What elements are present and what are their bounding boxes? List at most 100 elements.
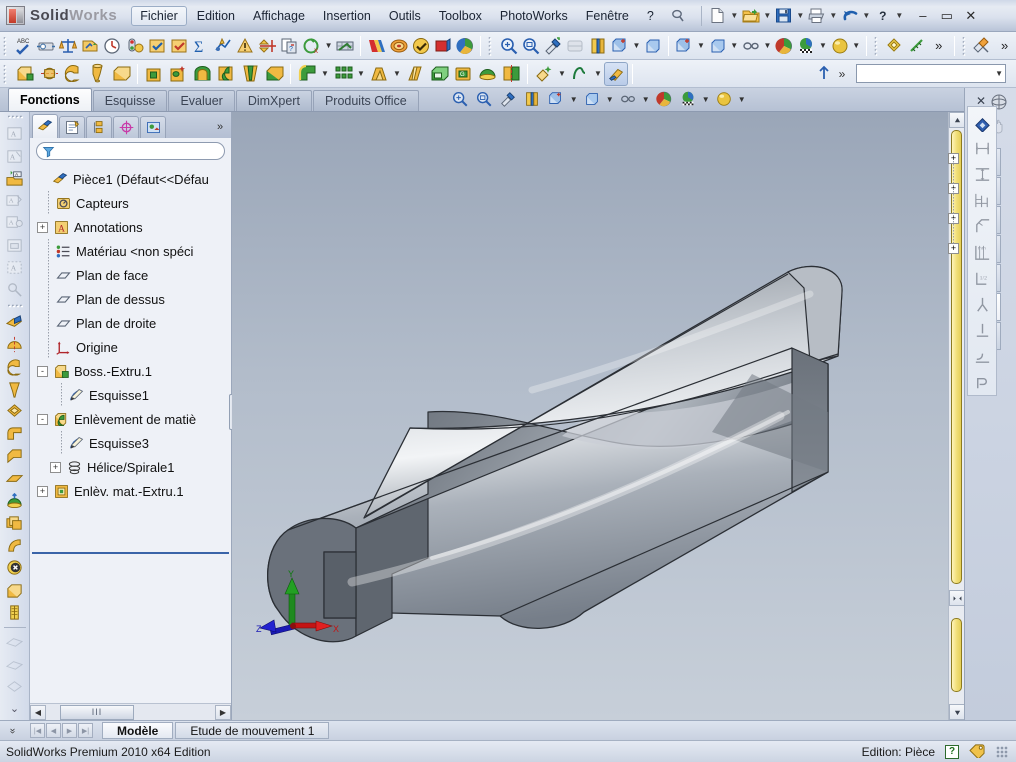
tab-dimxpert[interactable]: DimXpert — [235, 90, 312, 111]
prev-tab-button[interactable]: ◀ — [46, 723, 61, 738]
undercut-detection-icon[interactable] — [410, 34, 432, 58]
tree-node-plan-de-face[interactable]: Plan de face — [34, 263, 231, 287]
feature-manager-tab[interactable] — [32, 114, 58, 138]
display-style-icon[interactable] — [642, 34, 664, 58]
resize-grip[interactable] — [996, 745, 1008, 758]
search-arrow-icon[interactable] — [812, 62, 836, 86]
center-mark-icon[interactable] — [2, 279, 28, 301]
section-view-icon[interactable] — [520, 87, 544, 111]
graphics-viewport[interactable]: Y X Z — [232, 112, 964, 720]
deviation-analysis-icon[interactable] — [234, 34, 256, 58]
statistics-icon[interactable] — [212, 34, 234, 58]
menu-fichier[interactable]: Fichier — [131, 5, 187, 26]
search-overflow-icon[interactable]: » — [836, 62, 848, 86]
menu-outils[interactable]: Outils — [381, 7, 429, 25]
combine-icon[interactable] — [2, 579, 28, 601]
zebra-stripes-icon[interactable] — [365, 34, 387, 58]
close-button[interactable]: ✕ — [959, 5, 983, 27]
geometric-tolerance-icon[interactable]: A — [2, 256, 28, 278]
symmetry-check-icon[interactable] — [257, 34, 279, 58]
scroll-track-right[interactable] — [136, 705, 215, 720]
view-orientation2-icon[interactable] — [673, 34, 695, 58]
ordinate-dimension-icon[interactable]: mm — [969, 239, 995, 265]
toolbar-grip[interactable] — [3, 35, 10, 56]
swept-cut-icon[interactable] — [214, 62, 238, 86]
tree-node-plan-de-droite[interactable]: Plan de droite — [34, 311, 231, 335]
shell-icon[interactable] — [427, 62, 451, 86]
swept-boss-icon[interactable] — [61, 62, 85, 86]
photoworks-toolbar-grip[interactable] — [961, 35, 969, 56]
zoom-to-area-icon[interactable] — [520, 34, 542, 58]
dome-icon[interactable] — [475, 62, 499, 86]
tree-tabs-overflow-icon[interactable]: » — [209, 116, 231, 138]
evaluate-overflow-caret-icon[interactable]: ▼ — [323, 34, 334, 58]
revolved-cut-icon[interactable] — [190, 62, 214, 86]
property-manager-tab[interactable] — [59, 116, 85, 138]
maximize-button[interactable]: ▭ — [935, 5, 959, 27]
features-toolbar-grip[interactable] — [3, 63, 10, 84]
display-delete-relations-icon[interactable] — [969, 317, 995, 343]
pin-icon[interactable] — [668, 7, 688, 25]
equations-icon[interactable]: Σ — [190, 34, 212, 58]
balloon-icon[interactable]: A — [2, 212, 28, 234]
chamfer-icon[interactable] — [2, 445, 28, 467]
new-document-icon[interactable] — [707, 5, 729, 27]
split-icon[interactable] — [2, 601, 28, 623]
boundary-boss-icon[interactable] — [2, 401, 28, 423]
revolved-boss-icon[interactable] — [37, 62, 61, 86]
tree-node-boss-extru-1[interactable]: - Boss.-Extru.1 — [34, 359, 231, 383]
viewport-scroll-thumb-bottom[interactable] — [951, 618, 962, 692]
zoom-to-area-icon[interactable] — [472, 87, 496, 111]
tree-node-esquisse3[interactable]: Esquisse3 — [34, 431, 231, 455]
sensor-icon[interactable] — [123, 34, 145, 58]
view-orientation2-caret-icon[interactable]: ▼ — [695, 34, 706, 58]
view-orientation-caret-icon[interactable]: ▼ — [568, 87, 580, 111]
apply-scene-caret-icon[interactable]: ▼ — [817, 34, 828, 58]
block-insert-icon[interactable]: A — [2, 167, 28, 189]
curves-icon[interactable] — [568, 62, 592, 86]
render-tools-icon[interactable] — [971, 34, 993, 58]
note-icon[interactable]: A — [2, 123, 28, 145]
overflow-chevron-icon[interactable]: » — [928, 34, 950, 58]
lofted-boss-icon[interactable] — [85, 62, 109, 86]
view-settings-icon[interactable] — [712, 87, 736, 111]
view-settings-caret-icon[interactable]: ▼ — [851, 34, 862, 58]
tab-esquisse[interactable]: Esquisse — [92, 90, 168, 111]
print-icon[interactable] — [806, 5, 828, 27]
menu-insertion[interactable]: Insertion — [315, 7, 379, 25]
dimxpert-manager-tab[interactable] — [113, 116, 139, 138]
help-question-icon[interactable]: ? — [872, 5, 894, 27]
add-relation-icon[interactable] — [969, 291, 995, 317]
tree-node-enlevement-matiere[interactable]: - Enlèvement de matiè — [34, 407, 231, 431]
apply-scene-icon[interactable] — [795, 34, 817, 58]
section-properties-icon[interactable] — [79, 34, 101, 58]
menu-toolbox[interactable]: Toolbox — [431, 7, 490, 25]
linear-pattern-stack-icon[interactable] — [2, 512, 28, 534]
spell-checker-icon[interactable]: ABC — [12, 34, 34, 58]
baseline-dimension-icon[interactable] — [969, 187, 995, 213]
scroll-track-left[interactable] — [46, 705, 58, 720]
hide-show-caret-icon[interactable]: ▼ — [762, 34, 773, 58]
check-entity-icon[interactable] — [146, 34, 168, 58]
wizard-hole-icon[interactable] — [166, 62, 190, 86]
hide-show-caret-icon[interactable]: ▼ — [640, 87, 652, 111]
expander-icon[interactable]: + — [50, 461, 61, 473]
wrap-icon[interactable]: G — [451, 62, 475, 86]
tab-etude-de-mouvement[interactable]: Etude de mouvement 1 — [175, 722, 330, 739]
menu-edition[interactable]: Edition — [189, 7, 243, 25]
lofted-boss-icon[interactable] — [2, 378, 28, 400]
datum-feature-icon[interactable] — [2, 234, 28, 256]
extruded-cut-icon[interactable] — [142, 62, 166, 86]
left-toolbar-grip-2[interactable] — [6, 303, 23, 310]
tab-fonctions[interactable]: Fonctions — [8, 88, 92, 111]
tree-node-materiau[interactable]: Matériau <non spéci — [34, 239, 231, 263]
minimize-button[interactable]: – — [911, 5, 935, 27]
edit-appearance-icon[interactable] — [652, 87, 676, 111]
menu-help[interactable]: ? — [639, 7, 662, 25]
help-status-icon[interactable]: ? — [945, 744, 959, 759]
previous-view-icon[interactable] — [542, 34, 564, 58]
move-face-icon[interactable] — [2, 631, 28, 653]
scroll-right-button[interactable]: ▶ — [215, 704, 231, 720]
scroll-left-button[interactable]: ◀ — [30, 704, 46, 720]
viewport-scroll-down-button[interactable] — [949, 704, 964, 720]
